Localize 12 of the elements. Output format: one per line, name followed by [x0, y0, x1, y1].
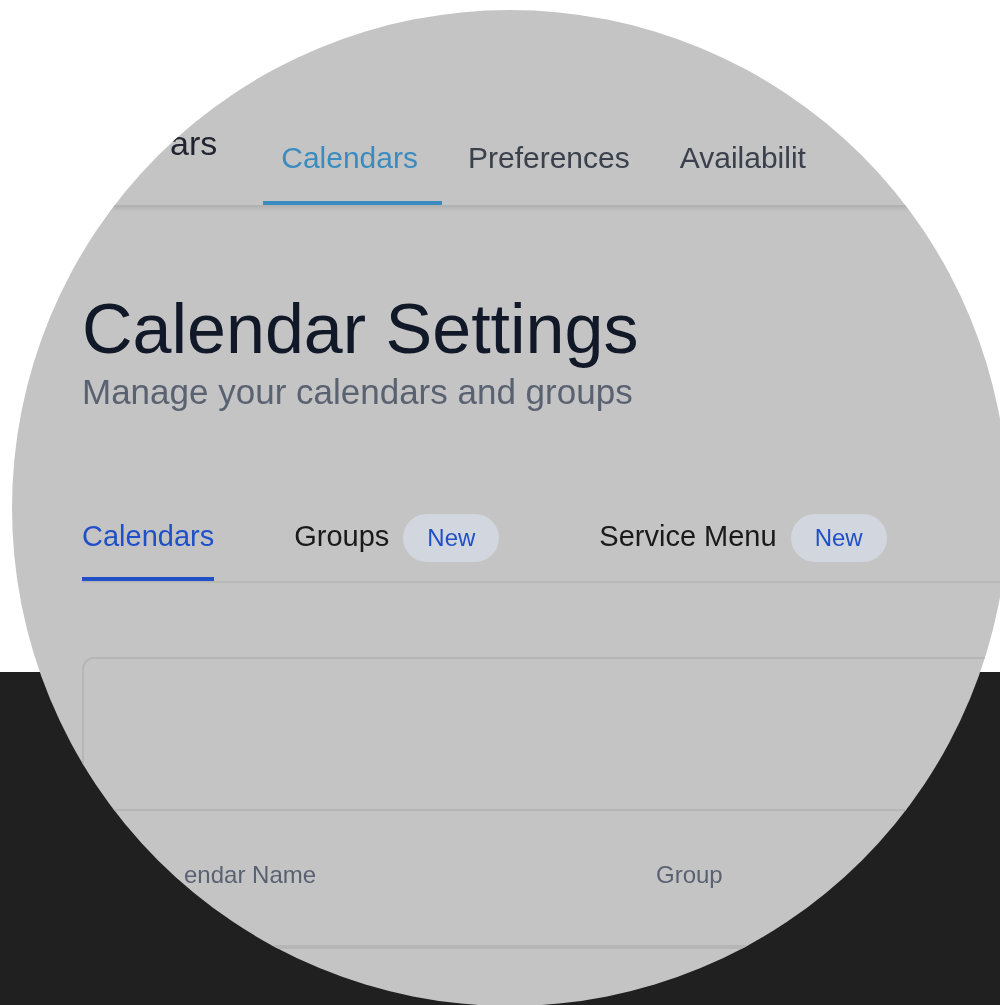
column-header: endar Name: [184, 861, 317, 889]
page-subtitle: Manage your calendars and groups: [82, 372, 634, 412]
nav-tab[interactable]: Preferences: [450, 141, 654, 205]
app-title: ars: [169, 124, 218, 164]
page-title: Calendar Settings: [82, 291, 640, 368]
tab[interactable]: Groups: [294, 508, 390, 581]
new-badge: New: [403, 513, 500, 562]
tab[interactable]: Calendars: [82, 508, 215, 581]
new-badge: New: [790, 513, 887, 562]
nav-tab[interactable]: Availabilit: [661, 141, 830, 205]
tab[interactable]: Service Menu: [599, 508, 777, 581]
column-header: Group: [656, 861, 723, 889]
